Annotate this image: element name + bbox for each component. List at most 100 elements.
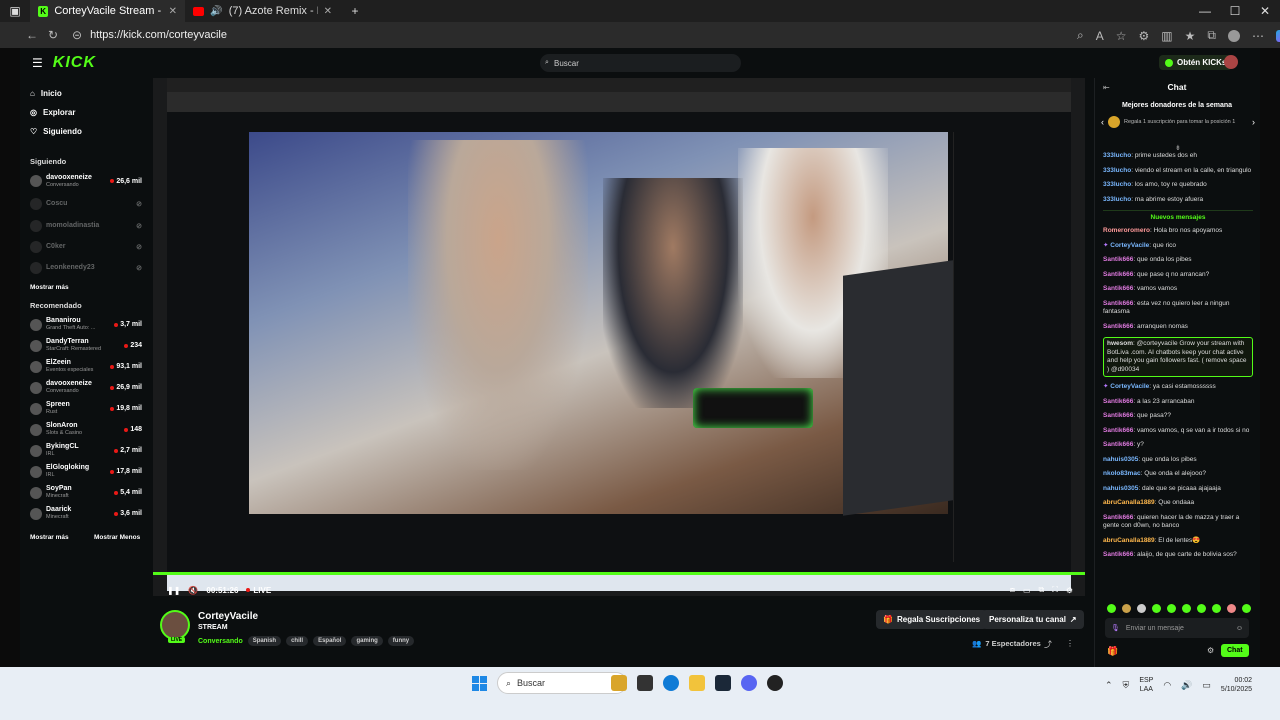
show-more-following[interactable]: Mostrar más: [30, 284, 69, 291]
emote-icon[interactable]: [1227, 604, 1236, 613]
emote-icon[interactable]: [1152, 604, 1161, 613]
taskbar-search[interactable]: ⌕ Buscar: [497, 672, 627, 694]
gift-icon[interactable]: 🎁: [1107, 646, 1118, 657]
fullscreen-icon[interactable]: ⛶: [1052, 585, 1058, 595]
tag[interactable]: chill: [286, 636, 309, 646]
video-player[interactable]: [153, 78, 1085, 596]
recommended-channel[interactable]: BykingCL IRL 2,7 mil: [30, 440, 142, 461]
obs-icon[interactable]: [767, 675, 783, 691]
menu-icon[interactable]: ⋯: [1252, 29, 1264, 43]
steam-icon[interactable]: [715, 675, 731, 691]
sidebar-item-explore[interactable]: ◎ Explorar: [30, 103, 82, 122]
language-indicator[interactable]: ESP LAA: [1139, 676, 1153, 694]
chat-username[interactable]: abruCanalla1889: [1103, 499, 1155, 506]
volume-icon[interactable]: 🔊: [1181, 680, 1192, 691]
following-channel[interactable]: davooxeneize Conversando 26,6 mil: [30, 170, 142, 192]
tag[interactable]: Español: [313, 636, 347, 646]
edge-icon[interactable]: [663, 675, 679, 691]
user-avatar[interactable]: [1224, 55, 1238, 69]
sidebar-item-home[interactable]: ⌂ Inicio: [30, 84, 82, 103]
battery-icon[interactable]: ▭: [1202, 680, 1211, 691]
tab-kick[interactable]: K CorteyVacile Stream - Watch Live ✕: [30, 0, 185, 22]
copilot-icon[interactable]: [1275, 29, 1280, 42]
chat-username[interactable]: Santik666: [1103, 398, 1133, 405]
new-tab-icon[interactable]: +: [340, 4, 370, 18]
chat-username[interactable]: Romeroromero: [1103, 227, 1150, 234]
windows-start-icon[interactable]: [472, 675, 487, 691]
chat-username[interactable]: 333lucho: [1103, 196, 1131, 203]
chat-username[interactable]: 333lucho: [1103, 152, 1131, 159]
stream-category[interactable]: Conversando: [198, 638, 243, 645]
tag[interactable]: funny: [387, 636, 415, 646]
following-channel[interactable]: C0ker ⊘: [30, 236, 142, 257]
chat-username[interactable]: nkolo83mac: [1103, 470, 1141, 477]
task-view-icon[interactable]: [637, 675, 653, 691]
file-explorer-icon[interactable]: [689, 675, 705, 691]
recommended-channel[interactable]: ElGlogloking IRL 17,8 mil: [30, 461, 142, 482]
profile-icon[interactable]: [1227, 29, 1240, 42]
tag[interactable]: Spanish: [247, 636, 282, 646]
close-tab-icon[interactable]: ✕: [324, 6, 332, 17]
emote-icon[interactable]: [1182, 604, 1191, 613]
close-tab-icon[interactable]: ✕: [169, 6, 177, 17]
kick-logo[interactable]: KICK: [53, 54, 96, 72]
chat-username[interactable]: CorteyVacile: [1110, 383, 1149, 390]
following-channel[interactable]: momoladinastia ⊘: [30, 215, 142, 236]
hamburger-icon[interactable]: ☰: [32, 56, 43, 70]
discord-icon[interactable]: [741, 675, 757, 691]
emote-icon[interactable]: [1242, 604, 1251, 613]
chat-username[interactable]: Santik666: [1103, 300, 1133, 307]
favorites-icon[interactable]: ★: [1185, 29, 1196, 43]
recommended-channel[interactable]: ElZeein Eventos especiales 93,1 mil: [30, 356, 142, 377]
streamer-avatar[interactable]: LIVE: [160, 610, 190, 643]
recommended-channel[interactable]: SlonAron Slots & Casino 148: [30, 419, 142, 440]
search-input[interactable]: ⌕ Buscar: [540, 54, 741, 72]
chat-username[interactable]: Santik666: [1103, 323, 1133, 330]
tab-youtube[interactable]: 🔊 (7) Azote Remix - Lolo OG Fl ✕: [185, 0, 340, 22]
recommended-channel[interactable]: DandyTerran StarCraft: Remastered 234: [30, 335, 142, 356]
recommended-channel[interactable]: SoyPan Minecraft 5,4 mil: [30, 482, 142, 503]
clock[interactable]: 00:02 5/10/2025: [1221, 676, 1252, 694]
sidebar-item-following[interactable]: ♡ Siguiendo: [30, 122, 82, 141]
security-icon[interactable]: ⛨: [1123, 680, 1130, 691]
chat-username[interactable]: Santik666: [1103, 441, 1133, 448]
share-icon[interactable]: ⤴: [1044, 639, 1052, 650]
favorite-icon[interactable]: ☆: [1116, 29, 1127, 43]
recommended-channel[interactable]: Daarick Minecraft 3,6 mil: [30, 503, 142, 524]
get-kicks-button[interactable]: Obtén KICKs: [1159, 55, 1233, 70]
chat-username[interactable]: nahuis0305: [1103, 485, 1138, 492]
pip-icon[interactable]: ⧉: [1039, 585, 1045, 595]
gift-sub-prompt[interactable]: Regala 1 suscripción para tomar la posic…: [1124, 119, 1236, 126]
send-chat-button[interactable]: Chat: [1221, 644, 1249, 657]
emote-icon[interactable]: [1122, 604, 1131, 613]
recommended-channel[interactable]: Spreen Rust 19,8 mil: [30, 398, 142, 419]
settings-icon[interactable]: ⚙: [1066, 586, 1073, 595]
widgets-icon[interactable]: [611, 675, 627, 691]
chevron-left-icon[interactable]: ‹: [1101, 117, 1104, 127]
chat-username[interactable]: hwesom: [1107, 340, 1133, 347]
close-window-icon[interactable]: ✕: [1250, 4, 1280, 18]
chat-username[interactable]: abruCanalla1889: [1103, 537, 1155, 544]
customize-channel-button[interactable]: Personaliza tu canal ↗: [982, 610, 1084, 629]
video-progress-bar[interactable]: [153, 572, 1085, 575]
extensions-icon[interactable]: ⚙: [1139, 29, 1150, 43]
back-icon[interactable]: ←: [26, 28, 38, 42]
recommended-channel[interactable]: davooxeneize Conversando 26,9 mil: [30, 377, 142, 398]
emote-icon[interactable]: [1107, 604, 1116, 613]
chat-username[interactable]: nahuis0305: [1103, 456, 1138, 463]
chat-username[interactable]: Santik666: [1103, 551, 1133, 558]
chat-username[interactable]: Santik666: [1103, 271, 1133, 278]
split-icon[interactable]: ▥: [1161, 29, 1172, 43]
chat-username[interactable]: 333lucho: [1103, 181, 1131, 188]
chat-username[interactable]: Santik666: [1103, 285, 1133, 292]
chat-input[interactable]: 🎙 Enviar un mensaje ☺: [1105, 618, 1249, 638]
emote-icon[interactable]: [1212, 604, 1221, 613]
collections-icon[interactable]: ⧉: [1207, 28, 1216, 43]
emote-icon[interactable]: [1137, 604, 1146, 613]
theater-icon[interactable]: ▭: [1023, 586, 1031, 595]
reload-icon[interactable]: ↻: [48, 28, 58, 42]
show-more-recommended[interactable]: Mostrar más: [30, 534, 69, 541]
minimize-icon[interactable]: —: [1190, 4, 1220, 18]
following-channel[interactable]: Coscu ⊘: [30, 192, 142, 215]
emote-icon[interactable]: [1167, 604, 1176, 613]
